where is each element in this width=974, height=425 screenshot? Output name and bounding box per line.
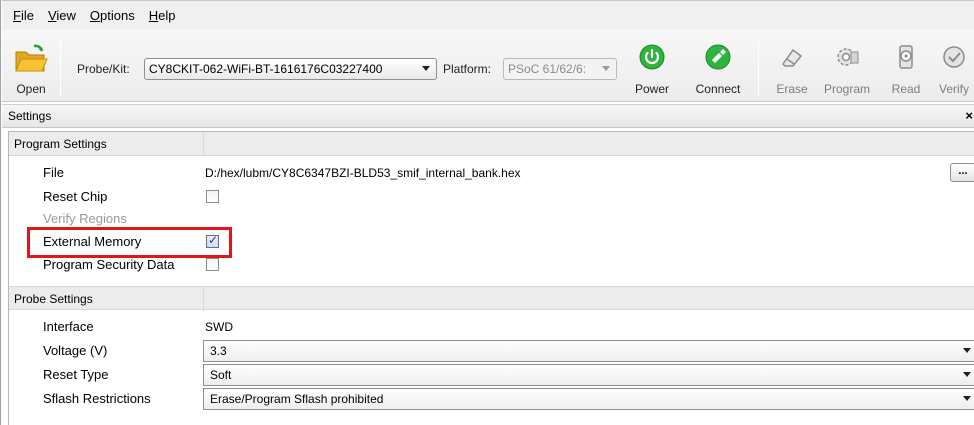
file-label: File [43,165,64,180]
reset-chip-checkbox[interactable] [206,190,219,203]
toolbar-separator [758,40,759,96]
settings-panel-header: Settings × [2,104,974,128]
connect-button[interactable]: Connect [691,44,745,96]
connect-icon [705,44,731,70]
menu-help-mnemonic: H [148,7,159,23]
chevron-down-icon [422,66,430,71]
menu-file-label: ile [20,7,34,23]
reset-chip-row: Reset Chip [9,185,974,209]
probe-kit-select[interactable]: CY8CKIT-062-WiFi-BT-1616176C03227400 [144,58,437,80]
close-icon[interactable]: × [965,105,973,127]
platform-label: Platform: [443,62,492,76]
toolbar: Open Probe/Kit: CY8CKIT-062-WiFi-BT-1616… [2,30,974,102]
chevron-down-icon [963,396,971,401]
file-row: File D:/hex/lubm/CY8C6347BZI-BLD53_smif_… [9,161,974,185]
settings-property-grid: Program Settings File D:/hex/lubm/CY8C63… [8,131,974,425]
reset-chip-label: Reset Chip [43,189,108,204]
file-path-value[interactable]: D:/hex/lubm/CY8C6347BZI-BLD53_smif_inter… [205,161,521,185]
voltage-value: 3.3 [210,344,227,358]
platform-select[interactable]: PSoC 61/62/6: [503,58,617,80]
program-button[interactable]: Program [820,44,874,96]
verify-label: Verify [938,82,969,96]
program-security-checkbox[interactable] [206,258,219,271]
menu-file-mnemonic: F [13,7,21,23]
probe-kit-value: CY8CKIT-062-WiFi-BT-1616176C03227400 [149,62,383,76]
sflash-label: Sflash Restrictions [43,391,151,406]
chevron-down-icon [602,66,610,71]
menu-help[interactable]: Help [144,6,185,26]
sflash-row: Sflash Restrictions Erase/Program Sflash… [9,387,974,411]
program-settings-title: Program Settings [14,137,107,151]
reset-type-label: Reset Type [43,367,109,382]
program-label: Program [823,82,870,96]
interface-row: Interface SWD [9,315,974,339]
voltage-select[interactable]: 3.3 [203,340,974,362]
menu-view-label: iew [56,7,76,23]
toolbar-separator [60,40,61,96]
connect-label: Connect [695,82,741,96]
voltage-row: Voltage (V) 3.3 [9,339,974,363]
read-label: Read [891,82,921,96]
platform-value: PSoC 61/62/6: [508,62,587,76]
programmer-window: File View Options Help Open Probe/Kit: C… [0,0,974,425]
reset-type-row: Reset Type Soft [9,363,974,387]
erase-label: Erase [776,82,808,96]
probe-kit-label: Probe/Kit: [77,62,130,76]
menu-view[interactable]: View [43,6,85,26]
menu-file[interactable]: File [8,6,43,26]
reset-type-select[interactable]: Soft [203,364,974,386]
chevron-down-icon [963,348,971,353]
verify-button[interactable]: Verify [934,44,974,96]
sflash-select[interactable]: Erase/Program Sflash prohibited [203,388,974,410]
chevron-down-icon [963,372,971,377]
menu-options-mnemonic: O [89,7,101,23]
column-divider [203,287,204,311]
menu-options-label: ptions [100,7,135,23]
power-icon [639,44,665,70]
highlight-box [27,227,232,258]
menu-bar: File View Options Help [2,0,974,30]
browse-button[interactable]: ... [950,163,974,182]
verify-icon [943,46,965,68]
settings-title: Settings [8,109,52,123]
erase-icon [782,48,803,67]
open-button[interactable]: Open [10,44,52,96]
program-icon [837,48,859,66]
column-divider [203,132,204,156]
open-label: Open [16,82,46,96]
erase-button[interactable]: Erase [772,44,812,96]
voltage-label: Voltage (V) [43,343,108,358]
power-label: Power [634,82,669,96]
menu-options[interactable]: Options [85,6,144,26]
interface-value: SWD [205,320,233,334]
read-button[interactable]: Read [886,44,926,96]
program-settings-group-header[interactable]: Program Settings [9,132,974,156]
read-icon [899,45,913,69]
power-button[interactable]: Power [630,44,674,96]
interface-label: Interface [43,319,94,334]
probe-settings-group-header[interactable]: Probe Settings [9,286,974,311]
sflash-value: Erase/Program Sflash prohibited [210,392,384,406]
folder-open-icon [15,44,48,72]
reset-type-value: Soft [210,368,232,382]
probe-settings-title: Probe Settings [14,292,93,306]
menu-help-label: elp [158,7,176,23]
